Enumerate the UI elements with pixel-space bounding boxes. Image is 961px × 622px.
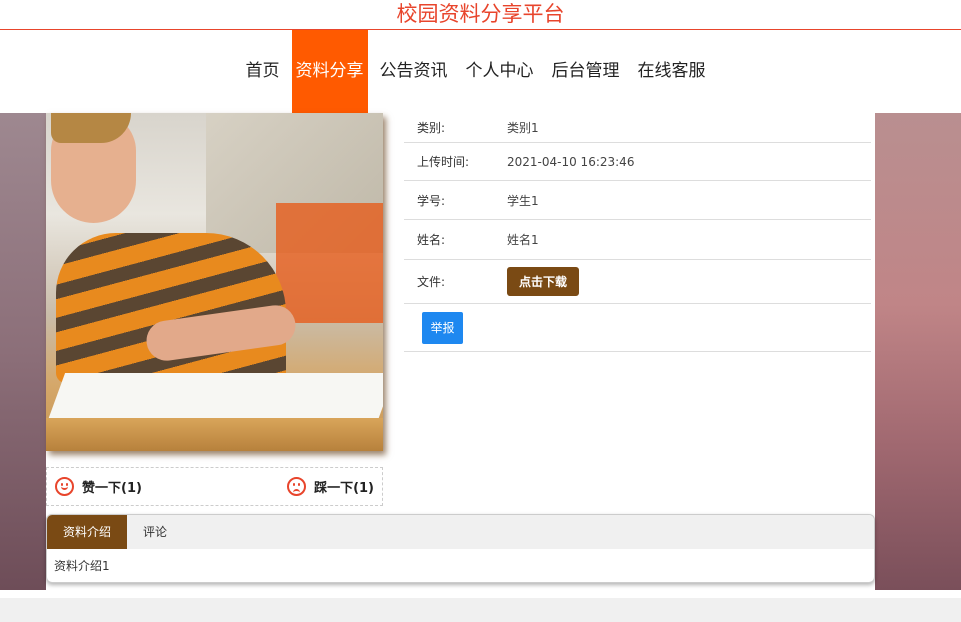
background-right bbox=[875, 113, 961, 590]
footer-bar bbox=[0, 598, 961, 622]
frown-icon bbox=[287, 477, 307, 496]
nav-online-service[interactable]: 在线客服 bbox=[632, 30, 712, 113]
like-label: 赞一下(1) bbox=[82, 481, 142, 496]
report-button[interactable]: 举报 bbox=[422, 311, 463, 344]
info-label: 上传时间: bbox=[417, 155, 470, 169]
info-value: 学生1 bbox=[507, 193, 539, 208]
background-left bbox=[0, 113, 46, 590]
info-table: 类别: 类别1 上传时间: 2021-04-10 16:23:46 学号: 学生… bbox=[404, 113, 871, 352]
dislike-label: 踩一下(1) bbox=[314, 481, 374, 496]
tab-comments[interactable]: 评论 bbox=[127, 515, 183, 549]
like-button[interactable]: 赞一下(1) bbox=[55, 477, 142, 496]
nav-resource-share[interactable]: 资料分享 bbox=[291, 30, 368, 113]
info-row-upload-time: 上传时间: 2021-04-10 16:23:46 bbox=[404, 143, 871, 181]
info-value: 类别1 bbox=[507, 121, 539, 135]
tab-introduction[interactable]: 资料介绍 bbox=[47, 515, 128, 549]
info-label: 姓名: bbox=[417, 233, 446, 247]
info-row-file: 文件: 点击下载 bbox=[404, 260, 871, 304]
download-button[interactable]: 点击下载 bbox=[507, 267, 580, 296]
main-nav: 首页 资料分享 公告资讯 个人中心 后台管理 在线客服 bbox=[0, 30, 961, 113]
info-row-category: 类别: 类别1 bbox=[404, 113, 871, 143]
info-row-student-id: 学号: 学生1 bbox=[404, 181, 871, 220]
report-row: 举报 bbox=[404, 304, 871, 352]
tab-content: 资料介绍1 bbox=[54, 559, 110, 573]
info-row-name: 姓名: 姓名1 bbox=[404, 220, 871, 260]
nav-home[interactable]: 首页 bbox=[240, 30, 286, 113]
info-value: 2021-04-10 16:23:46 bbox=[507, 154, 635, 169]
vote-bar: 赞一下(1) 踩一下(1) bbox=[46, 467, 383, 506]
smile-icon bbox=[55, 477, 74, 496]
nav-admin[interactable]: 后台管理 bbox=[546, 30, 626, 113]
tab-bar: 资料介绍 评论 bbox=[47, 515, 874, 549]
info-label: 学号: bbox=[417, 193, 446, 208]
site-title: 校园资料分享平台 bbox=[0, 0, 961, 30]
nav-personal-center[interactable]: 个人中心 bbox=[460, 30, 540, 113]
nav-announcements[interactable]: 公告资讯 bbox=[374, 30, 454, 113]
info-value: 姓名1 bbox=[507, 233, 539, 247]
detail-tabs: 资料介绍 评论 资料介绍1 bbox=[46, 514, 875, 583]
resource-image bbox=[46, 113, 383, 451]
dislike-button[interactable]: 踩一下(1) bbox=[287, 477, 374, 496]
info-label: 文件: bbox=[417, 275, 446, 289]
info-label: 类别: bbox=[417, 121, 446, 135]
detail-content: 赞一下(1) 踩一下(1) 类别: 类别1 上传时间: 2021-04-10 1… bbox=[46, 113, 875, 590]
